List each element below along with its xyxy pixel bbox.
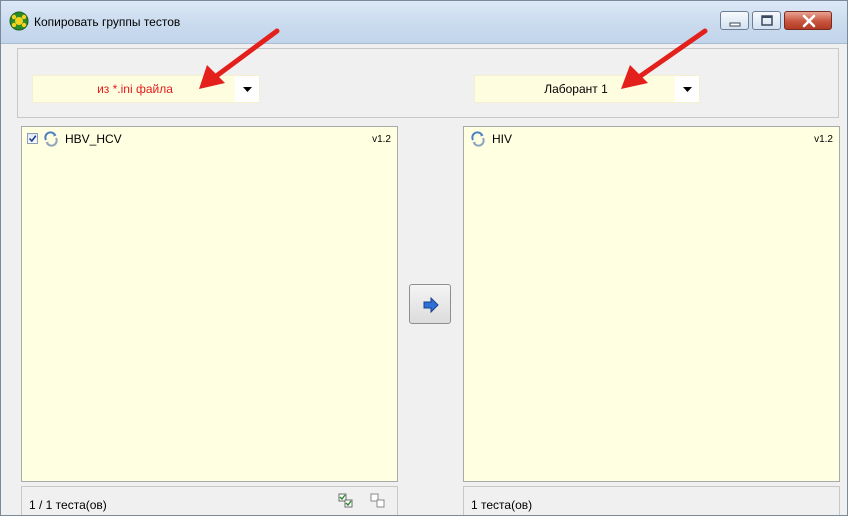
source-test-list[interactable]: HBV_HCV v1.2: [21, 126, 398, 482]
list-item[interactable]: HBV_HCV v1.2: [22, 127, 397, 149]
group-icon: [470, 131, 486, 147]
maximize-icon: [761, 15, 773, 26]
window-title: Копировать группы тестов: [34, 15, 181, 29]
target-status-text: 1 теста(ов): [471, 498, 533, 512]
minimize-icon: [729, 22, 741, 27]
uncheck-all-icon[interactable]: [370, 493, 386, 509]
selection-panel: из *.ini файла Лаборант 1: [17, 48, 839, 118]
item-name: HBV_HCV: [65, 132, 122, 146]
check-all-icon[interactable]: [338, 493, 354, 509]
group-icon: [43, 131, 59, 147]
maximize-button[interactable]: [752, 11, 781, 30]
item-version: v1.2: [814, 134, 833, 145]
target-status-bar: 1 теста(ов): [463, 486, 840, 515]
title-bar: Копировать группы тестов: [1, 1, 847, 44]
source-status-bar: 1 / 1 теста(ов): [21, 486, 398, 515]
arrow-right-icon: [423, 297, 439, 313]
app-icon: [9, 11, 29, 31]
close-button[interactable]: [784, 11, 832, 30]
annotation-arrow-icon: [621, 28, 708, 89]
list-item[interactable]: HIV v1.2: [464, 127, 839, 149]
close-icon: [802, 14, 816, 28]
copy-right-button[interactable]: [409, 284, 451, 324]
target-test-list[interactable]: HIV v1.2: [463, 126, 840, 482]
item-name: HIV: [492, 132, 513, 146]
annotation-arrow-icon: [199, 28, 280, 89]
item-checkbox[interactable]: [27, 133, 38, 144]
item-version: v1.2: [372, 134, 391, 145]
minimize-button[interactable]: [720, 11, 749, 30]
source-status-text: 1 / 1 теста(ов): [29, 498, 107, 512]
dialog-body: из *.ini файла Лаборант 1 HBV_HCV v1.2 H…: [1, 44, 847, 515]
copy-test-groups-window: Копировать группы тестов из *.ini файла: [0, 0, 848, 516]
checkmark-icon: [28, 135, 37, 143]
